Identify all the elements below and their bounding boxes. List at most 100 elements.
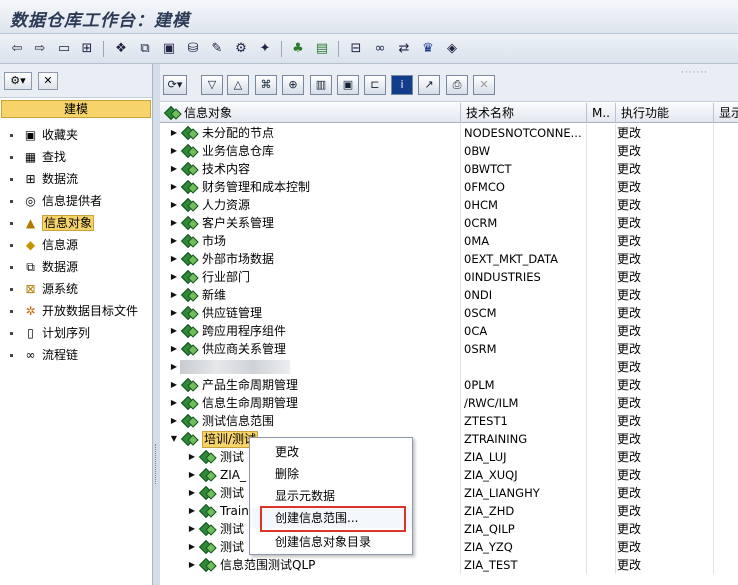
chevron-down-icon[interactable]: ▼ [169, 430, 179, 448]
nav-item-opendest[interactable]: ✲ 开放数据目标文件 [0, 300, 152, 322]
cell-name[interactable]: ▶ 供应商关系管理 [160, 340, 461, 358]
cell-function[interactable]: 更改 [616, 196, 714, 214]
nav-item-schedule[interactable]: ▯ 计划序列 [0, 322, 152, 344]
cell-function[interactable]: 更改 [616, 484, 714, 502]
chevron-right-icon[interactable]: ▶ [169, 340, 179, 358]
table-row[interactable]: ▶ 测试 ZIA_YZQ 更改 [160, 538, 738, 556]
column-header-techname[interactable]: 技术名称 [461, 103, 587, 123]
database-icon[interactable]: ⛁ [184, 40, 202, 58]
workbench-icon[interactable]: ✎ [208, 40, 226, 58]
nav-item-dataflow[interactable]: ⊞ 数据流 [0, 168, 152, 190]
cell-name[interactable]: ▶ 产品生命周期管理 [160, 376, 461, 394]
splitter-grip[interactable] [155, 444, 157, 484]
menu-item-create-catalog[interactable]: 创建信息对象目录 [250, 532, 412, 552]
cell-function[interactable]: 更改 [616, 160, 714, 178]
table-row[interactable]: ▶ 测试 ZIA_QILP 更改 [160, 520, 738, 538]
cell-function[interactable]: 更改 [616, 538, 714, 556]
switch-icon[interactable]: ⇄ [395, 40, 413, 58]
menu-item-delete[interactable]: 删除 [250, 464, 412, 484]
chevron-right-icon[interactable]: ▶ [187, 538, 197, 556]
nav-item-processchain[interactable]: ∞ 流程链 [0, 344, 152, 366]
chevron-right-icon[interactable]: ▶ [169, 250, 179, 268]
column-header-m[interactable]: M.. [587, 103, 616, 123]
cell-name[interactable]: ▶ 供应链管理 [160, 304, 461, 322]
tree-icon[interactable]: ⊞ [78, 40, 96, 58]
nav-item-infoprovider[interactable]: ◎ 信息提供者 [0, 190, 152, 212]
cell-function[interactable]: 更改 [616, 304, 714, 322]
cell-function[interactable]: 更改 [616, 448, 714, 466]
connect-icon[interactable]: ⧉ [136, 40, 154, 58]
cell-function[interactable]: 更改 [616, 412, 714, 430]
hierarchy-icon[interactable]: ⊟ [347, 40, 365, 58]
settings-dropdown-button[interactable]: ⚙▾ [4, 72, 32, 90]
cell-name[interactable]: ▶ 行业部门 [160, 268, 461, 286]
table-row[interactable]: ▶ 新维 0NDI 更改 [160, 286, 738, 304]
find-next-button[interactable]: ⊕ [282, 75, 304, 95]
chevron-right-icon[interactable]: ▶ [187, 484, 197, 502]
chevron-right-icon[interactable]: ▶ [169, 286, 179, 304]
cell-name[interactable]: ▶ [160, 358, 461, 376]
cell-name[interactable]: ▶ 新维 [160, 286, 461, 304]
menu-item-change[interactable]: 更改 [250, 442, 412, 462]
cell-name[interactable]: ▶ 外部市场数据 [160, 250, 461, 268]
cell-function[interactable]: 更改 [616, 556, 714, 574]
chevron-right-icon[interactable]: ▶ [169, 376, 179, 394]
pane-splitter[interactable] [153, 64, 160, 585]
chevron-right-icon[interactable]: ▶ [169, 160, 179, 178]
table-row[interactable]: ▶ 供应商关系管理 0SRM 更改 [160, 340, 738, 358]
chevron-right-icon[interactable]: ▶ [187, 502, 197, 520]
wand-icon[interactable]: ✦ [256, 40, 274, 58]
export-button[interactable]: ▥ [310, 75, 332, 95]
table-row[interactable]: ▶ 技术内容 0BWTCT 更改 [160, 160, 738, 178]
cell-function[interactable]: 更改 [616, 124, 714, 142]
table-row[interactable]: ▶ 业务信息仓库 0BW 更改 [160, 142, 738, 160]
document-icon[interactable]: ▤ [313, 40, 331, 58]
cell-function[interactable]: 更改 [616, 502, 714, 520]
cell-function[interactable]: 更改 [616, 430, 714, 448]
tree-plus-icon[interactable]: ♣ [289, 40, 307, 58]
table-row[interactable]: ▶ 市场 0MA 更改 [160, 232, 738, 250]
nav-item-favorites[interactable]: ▣ 收藏夹 [0, 124, 152, 146]
cell-function[interactable]: 更改 [616, 358, 714, 376]
cell-name[interactable]: ▶ 未分配的节点 [160, 124, 461, 142]
table-row[interactable]: ▶ 测试信息范围 ZTEST1 更改 [160, 412, 738, 430]
cell-function[interactable]: 更改 [616, 520, 714, 538]
chevron-right-icon[interactable]: ▶ [169, 268, 179, 286]
cell-function[interactable]: 更改 [616, 214, 714, 232]
table-row[interactable]: ▶ 跨应用程序组件 0CA 更改 [160, 322, 738, 340]
cell-function[interactable]: 更改 [616, 286, 714, 304]
cell-name[interactable]: ▶ 跨应用程序组件 [160, 322, 461, 340]
folder-button[interactable]: ⊏ [364, 75, 386, 95]
table-row[interactable]: ▶ 产品生命周期管理 0PLM 更改 [160, 376, 738, 394]
nav-item-datasource[interactable]: ⧉ 数据源 [0, 256, 152, 278]
refresh-button[interactable]: ⟳▾ [163, 75, 187, 95]
cell-function[interactable]: 更改 [616, 466, 714, 484]
arrow-right-icon[interactable]: ⇨ [31, 40, 49, 58]
menu-item-create-infoarea[interactable]: 创建信息范围... [250, 508, 412, 528]
jump-button[interactable]: ↗ [418, 75, 440, 95]
table-row[interactable]: ▶ 信息生命周期管理/RWC/ILM 更改 [160, 394, 738, 412]
nav-item-infosource[interactable]: ◆ 信息源 [0, 234, 152, 256]
chevron-right-icon[interactable]: ▶ [169, 322, 179, 340]
chevron-right-icon[interactable]: ▶ [187, 448, 197, 466]
cell-name[interactable]: ▶ 业务信息仓库 [160, 142, 461, 160]
nav-item-sourcesystem[interactable]: ⊠ 源系统 [0, 278, 152, 300]
chevron-right-icon[interactable]: ▶ [169, 196, 179, 214]
cell-name[interactable]: ▶ 信息生命周期管理 [160, 394, 461, 412]
cell-name[interactable]: ▶ 测试信息范围 [160, 412, 461, 430]
cell-function[interactable]: 更改 [616, 376, 714, 394]
chevron-right-icon[interactable]: ▶ [169, 394, 179, 412]
table-row[interactable]: ▶ 外部市场数据 0EXT_MKT_DATA 更改 [160, 250, 738, 268]
column-header-display[interactable]: 显示 [714, 103, 738, 123]
info-button[interactable]: i [391, 75, 413, 95]
table-row[interactable]: ▶ 测试 ZIA_LUJ 更改 [160, 448, 738, 466]
cell-name[interactable]: ▶ 人力资源 [160, 196, 461, 214]
menu-item-show-metadata[interactable]: 显示元数据 [250, 486, 412, 506]
collapse-all-button[interactable]: △ [227, 75, 249, 95]
cell-name[interactable]: ▶ 客户关系管理 [160, 214, 461, 232]
cube-icon[interactable]: ▣ [160, 40, 178, 58]
cell-function[interactable]: 更改 [616, 142, 714, 160]
close-icon[interactable]: ✕ [473, 75, 495, 95]
table-row[interactable]: ▶ ZIA_ ZIA_XUQJ 更改 [160, 466, 738, 484]
expand-all-button[interactable]: ▽ [201, 75, 223, 95]
